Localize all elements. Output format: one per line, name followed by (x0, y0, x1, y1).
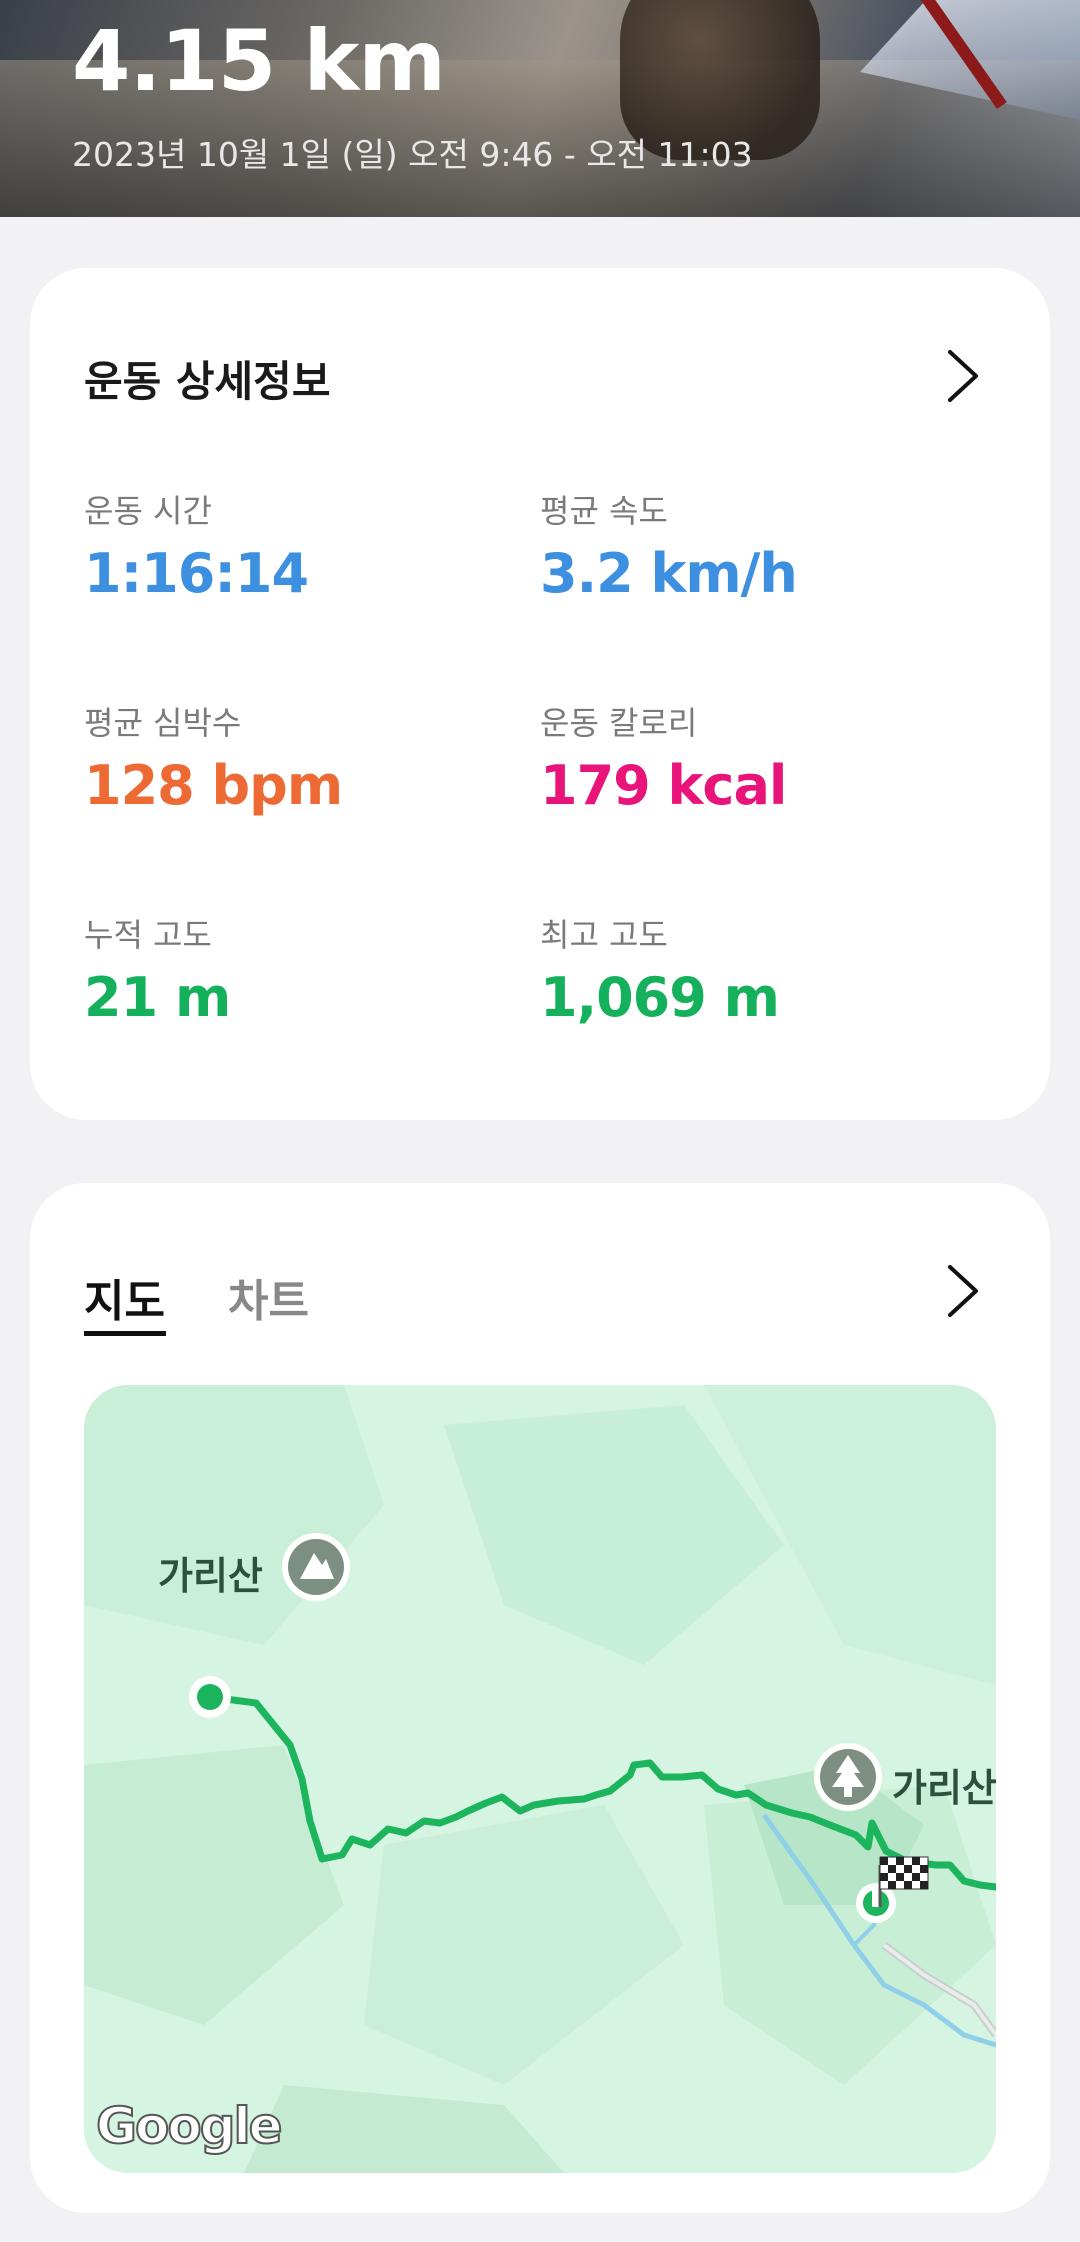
stat-cumulative-elevation: 누적 고도 21 m (84, 910, 524, 1029)
tree-icon (814, 1743, 882, 1811)
stat-label: 누적 고도 (84, 916, 212, 954)
stat-value: 21 m (84, 966, 231, 1029)
date-range: 2023년 10월 1일 (일) 오전 9:46 - 오전 11:03 (72, 135, 753, 174)
stat-label: 최고 고도 (540, 916, 668, 954)
stat-value: 179 kcal (540, 754, 787, 817)
stat-label: 운동 시간 (84, 492, 212, 530)
active-tab-indicator (84, 1331, 166, 1336)
stat-calories: 운동 칼로리 179 kcal (540, 698, 980, 817)
stat-value: 1:16:14 (84, 542, 309, 605)
stat-value: 3.2 km/h (540, 542, 798, 605)
stat-label: 운동 칼로리 (540, 704, 698, 742)
mountain-icon (282, 1533, 350, 1601)
workout-details-title: 운동 상세정보 (84, 357, 331, 406)
stat-average-speed: 평균 속도 3.2 km/h (540, 486, 980, 605)
stat-workout-time: 운동 시간 1:16:14 (84, 486, 524, 605)
map-terrain (84, 1385, 996, 2173)
workout-details-card[interactable]: 운동 상세정보 운동 시간 1:16:14 평균 속도 3.2 km/h 평균 … (30, 268, 1050, 1120)
stat-max-elevation: 최고 고도 1,069 m (540, 910, 980, 1029)
chevron-right-icon[interactable] (942, 348, 982, 404)
map-chart-card: 지도 차트 가리산 가리산 Google (30, 1183, 1050, 2213)
stat-value: 128 bpm (84, 754, 343, 817)
stat-label: 평균 속도 (540, 492, 668, 530)
stat-label: 평균 심박수 (84, 704, 242, 742)
distance-title: 4.15 km (72, 12, 446, 110)
peak-label: 가리산 (158, 1554, 263, 1598)
stat-value: 1,069 m (540, 966, 780, 1029)
hero-banner: 4.15 km 2023년 10월 1일 (일) 오전 9:46 - 오전 11… (0, 0, 1080, 217)
start-marker (189, 1676, 231, 1718)
tab-chart[interactable]: 차트 (228, 1265, 309, 1329)
route-map[interactable]: 가리산 가리산 Google (84, 1385, 996, 2173)
tab-map[interactable]: 지도 (84, 1265, 165, 1329)
google-logo: Google (95, 2096, 284, 2156)
stat-average-heart-rate: 평균 심박수 128 bpm (84, 698, 524, 817)
forest-label: 가리산 (892, 1766, 996, 1810)
chevron-right-icon[interactable] (942, 1263, 982, 1319)
